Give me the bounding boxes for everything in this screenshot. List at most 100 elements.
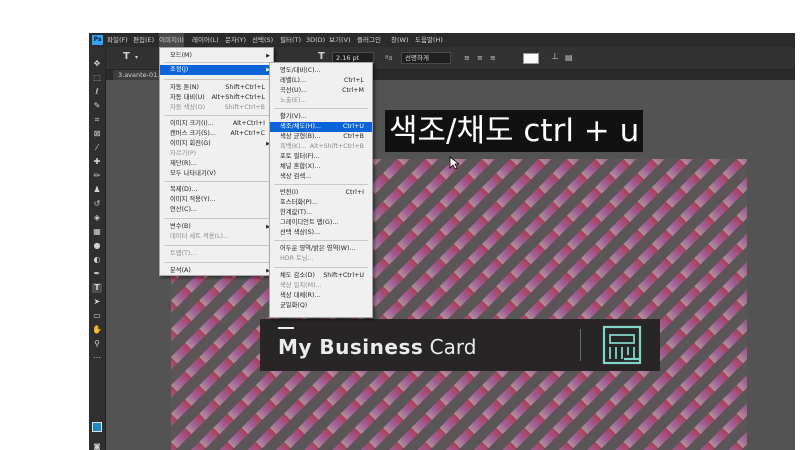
pen-tool-icon[interactable]: ✒ bbox=[92, 269, 102, 279]
menu-type[interactable]: 문자(Y) bbox=[225, 33, 246, 47]
gradient-tool-icon[interactable]: ▦ bbox=[92, 227, 102, 237]
more-tools-icon[interactable]: ⋯ bbox=[92, 353, 102, 363]
adjust-menu-item[interactable]: 색상 대체(R)... bbox=[270, 291, 372, 301]
menu-item-label: 데이터 세트 적용(L)... bbox=[170, 233, 229, 240]
image-menu-item[interactable]: 모드(M) ▶ bbox=[160, 51, 273, 61]
menu-layer[interactable]: 레이어(L) bbox=[192, 33, 219, 47]
dodge-tool-icon[interactable]: ◐ bbox=[92, 255, 102, 265]
menu-help[interactable]: 도움말(H) bbox=[415, 33, 443, 47]
align-right-icon[interactable]: ≡ bbox=[490, 52, 496, 64]
image-menu-item[interactable]: 연산(C)... bbox=[160, 205, 273, 215]
marquee-tool-icon[interactable]: ⬚ bbox=[92, 73, 102, 83]
adjust-menu-item[interactable]: HDR 토닝... bbox=[270, 254, 372, 264]
history-brush-tool-icon[interactable]: ↺ bbox=[92, 199, 102, 209]
menu-item-label: 어두운 영역/밝은 영역(W)... bbox=[280, 245, 356, 252]
menu-3d[interactable]: 3D(D) bbox=[306, 33, 325, 47]
adjust-menu-item[interactable]: 그레이디언트 맵(G)... bbox=[270, 218, 372, 228]
foreground-color-swatch[interactable] bbox=[92, 422, 102, 432]
align-left-icon[interactable]: ≡ bbox=[464, 52, 470, 64]
image-menu-item[interactable]: 분석(A)▶ bbox=[160, 266, 273, 276]
healing-brush-tool-icon[interactable]: ✚ bbox=[92, 157, 102, 167]
path-selection-tool-icon[interactable]: ➤ bbox=[92, 297, 102, 307]
menu-item-shortcut: Alt+Ctrl+C bbox=[230, 130, 265, 137]
hand-tool-icon[interactable]: ✋ bbox=[92, 325, 102, 335]
move-tool-icon[interactable]: ✥ bbox=[92, 59, 102, 69]
image-menu-item[interactable]: 자동 톤(N) Shift+Ctrl+L bbox=[160, 83, 273, 93]
clone-stamp-tool-icon[interactable]: ♟ bbox=[92, 185, 102, 195]
menu-item-label: 복제(D)... bbox=[170, 186, 198, 193]
image-menu-item[interactable]: 데이터 세트 적용(L)... bbox=[160, 232, 273, 242]
menu-select[interactable]: 선택(S) bbox=[252, 33, 273, 47]
menu-view[interactable]: 보기(V) bbox=[329, 33, 350, 47]
adjust-menu-item[interactable]: 흑백(K)... Alt+Shift+Ctrl+B bbox=[270, 142, 372, 152]
zoom-tool-icon[interactable]: ⚲ bbox=[92, 339, 102, 349]
eyedropper-tool-icon[interactable]: ⁄ bbox=[92, 143, 102, 153]
image-menu-item[interactable]: 이미지 크기(I)... Alt+Ctrl+I bbox=[160, 119, 273, 129]
menu-item-label: 그레이디언트 맵(G)... bbox=[280, 219, 339, 226]
quick-mask-icon[interactable]: ◙ bbox=[92, 442, 102, 450]
image-menu-item[interactable]: 재단(R)... bbox=[160, 159, 273, 169]
adjust-menu-item[interactable]: 포스터화(P)... bbox=[270, 198, 372, 208]
adjust-menu-item[interactable]: 명도/대비(C)... bbox=[270, 66, 372, 76]
image-menu-item[interactable]: 자동 색상(O) Shift+Ctrl+B bbox=[160, 103, 273, 113]
adjust-menu-item[interactable]: 색상 검색... bbox=[270, 172, 372, 182]
adjust-menu-item[interactable]: 한계값(T)... bbox=[270, 208, 372, 218]
antialias-select[interactable]: 선명하게 bbox=[401, 52, 451, 64]
menu-item-shortcut: Ctrl+M bbox=[342, 87, 364, 94]
menu-filter[interactable]: 필터(T) bbox=[280, 33, 301, 47]
image-menu-item[interactable]: 트랩(T)... bbox=[160, 249, 273, 259]
image-menu-item[interactable]: 모두 나타내기(V) bbox=[160, 169, 273, 179]
adjust-menu-item[interactable]: 선택 색상(S)... bbox=[270, 228, 372, 238]
blur-tool-icon[interactable]: ● bbox=[92, 241, 102, 251]
menu-item-label: 분석(A) bbox=[170, 267, 191, 274]
adjust-menu-item[interactable]: 색상 일치(M)... bbox=[270, 281, 372, 291]
adjust-menu-item[interactable]: 레벨(L)... Ctrl+L bbox=[270, 76, 372, 86]
title-divider bbox=[580, 329, 581, 361]
character-panel-icon[interactable]: ▤ bbox=[565, 52, 573, 64]
align-center-icon[interactable]: ≡ bbox=[477, 52, 483, 64]
menu-item-shortcut: Alt+Shift+Ctrl+L bbox=[211, 94, 265, 101]
rectangle-tool-icon[interactable]: ▭ bbox=[92, 311, 102, 321]
image-menu-item[interactable]: 변수(B)▶ bbox=[160, 222, 273, 232]
menu-item-label: 활기(V)... bbox=[280, 113, 307, 120]
eraser-tool-icon[interactable]: ◈ bbox=[92, 213, 102, 223]
quick-select-tool-icon[interactable]: ✎ bbox=[92, 101, 102, 111]
menu-separator bbox=[164, 245, 269, 246]
adjust-menu-item[interactable]: 채널 혼합(X)... bbox=[270, 162, 372, 172]
menu-plugins[interactable]: 플러그인 bbox=[357, 33, 381, 47]
menu-window[interactable]: 창(W) bbox=[391, 33, 408, 47]
adjust-menu-item[interactable]: 포토 필터(F)... bbox=[270, 152, 372, 162]
menu-item-label: 채널 혼합(X)... bbox=[280, 163, 321, 170]
adjust-menu-item[interactable]: 반전(I) Ctrl+I bbox=[270, 188, 372, 198]
adjust-menu-item[interactable]: 균일화(Q) bbox=[270, 301, 372, 311]
crop-tool-icon[interactable]: ⌗ bbox=[92, 115, 102, 125]
image-menu-item[interactable]: 자동 대비(U) Alt+Shift+Ctrl+L bbox=[160, 93, 273, 103]
adjust-menu-item[interactable]: 곡선(U)... Ctrl+M bbox=[270, 86, 372, 96]
brush-tool-icon[interactable]: ✏ bbox=[92, 171, 102, 181]
image-menu-item[interactable]: 조정(J)▶ bbox=[160, 65, 273, 75]
adjust-menu-item[interactable]: 어두운 영역/밝은 영역(W)... bbox=[270, 244, 372, 254]
adjust-menu-item[interactable]: 채도 감소(D) Shift+Ctrl+U bbox=[270, 271, 372, 281]
menu-edit[interactable]: 편집(E) bbox=[133, 33, 154, 47]
frame-tool-icon[interactable]: ⊠ bbox=[92, 129, 102, 139]
type-tool-icon[interactable]: T bbox=[123, 51, 130, 63]
adjust-menu-item[interactable]: 노출(E)... bbox=[270, 96, 372, 106]
menu-image[interactable]: 이미지(I) bbox=[159, 33, 184, 47]
image-menu-item[interactable]: 캔버스 크기(S)... Alt+Ctrl+C bbox=[160, 129, 273, 139]
image-menu-item[interactable]: 자르기(P) bbox=[160, 149, 273, 159]
lasso-tool-icon[interactable]: ℓ bbox=[92, 87, 102, 97]
image-menu-item[interactable]: 이미지 회전(G)▶ bbox=[160, 139, 273, 149]
text-color-swatch[interactable] bbox=[523, 53, 539, 64]
menu-item-label: 명도/대비(C)... bbox=[280, 67, 321, 74]
type-tool-icon[interactable]: T bbox=[92, 283, 102, 293]
tool-preset-dropdown-icon[interactable]: ▾ bbox=[135, 52, 138, 64]
adjust-menu-item[interactable]: 색상 균형(B)... Ctrl+B bbox=[270, 132, 372, 142]
adjust-menu-item[interactable]: 색조/채도(H)... Ctrl+U bbox=[270, 122, 372, 132]
menu-bar: Ps 파일(F) 편집(E) 이미지(I) 레이어(L) 문자(Y) 선택(S)… bbox=[89, 33, 795, 47]
menu-file[interactable]: 파일(F) bbox=[107, 33, 128, 47]
image-menu-item[interactable]: 이미지 적용(Y)... bbox=[160, 195, 273, 205]
image-menu-item[interactable]: 복제(D)... bbox=[160, 185, 273, 195]
warp-text-icon[interactable]: ⊥ bbox=[551, 51, 559, 63]
adjust-menu-item[interactable]: 활기(V)... bbox=[270, 112, 372, 122]
menu-item-label: 선택 색상(S)... bbox=[280, 229, 321, 236]
